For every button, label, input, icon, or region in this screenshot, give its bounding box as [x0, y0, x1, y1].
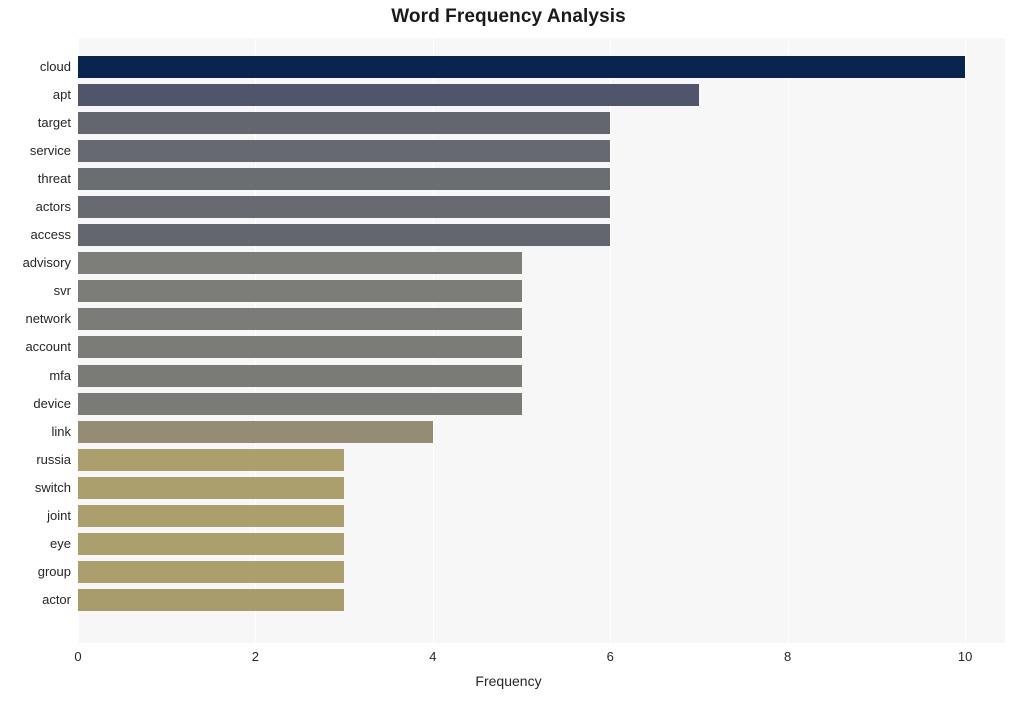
y-tick-label-group: group — [37, 563, 71, 579]
bar-russia[interactable] — [78, 448, 345, 471]
bar-actors[interactable] — [78, 196, 611, 219]
y-tick-label-network: network — [25, 311, 71, 327]
bar-row[interactable] — [78, 165, 1005, 193]
x-tick-label-10: 10 — [957, 649, 973, 664]
bar-link[interactable] — [78, 420, 433, 443]
bar-mfa[interactable] — [78, 364, 522, 387]
bar-row[interactable] — [78, 418, 1005, 446]
bar-network[interactable] — [78, 308, 522, 331]
y-tick-label-service: service — [29, 143, 71, 159]
chart-title: Word Frequency Analysis — [391, 6, 626, 27]
y-tick-label-access: access — [30, 227, 71, 243]
y-tick-label-account: account — [25, 339, 71, 355]
bar-svr[interactable] — [78, 280, 522, 303]
bar-row[interactable] — [78, 277, 1005, 305]
bar-row[interactable] — [78, 390, 1005, 418]
y-tick-label-actors: actors — [35, 199, 71, 215]
bar-row[interactable] — [78, 305, 1005, 333]
bar-advisory[interactable] — [78, 252, 522, 275]
x-tick-label-8: 8 — [784, 649, 792, 664]
bar-eye[interactable] — [78, 532, 345, 555]
bar-account[interactable] — [78, 336, 522, 359]
x-tick-label-4: 4 — [429, 649, 437, 664]
y-tick-label-joint: joint — [47, 507, 71, 523]
bar-row[interactable] — [78, 502, 1005, 530]
x-tick-label-0: 0 — [74, 649, 82, 664]
bar-row[interactable] — [78, 109, 1005, 137]
y-axis-tick-labels: cloud apt target service threat actors access a… — [0, 38, 71, 643]
bar-row[interactable] — [78, 446, 1005, 474]
bar-row[interactable] — [78, 221, 1005, 249]
y-tick-label-device: device — [33, 395, 71, 411]
bar-row[interactable] — [78, 137, 1005, 165]
bar-row[interactable] — [78, 193, 1005, 221]
bar-switch[interactable] — [78, 476, 345, 499]
bar-threat[interactable] — [78, 168, 611, 191]
x-axis-label: Frequency — [475, 673, 542, 689]
bar-joint[interactable] — [78, 504, 345, 527]
y-tick-label-apt: apt — [52, 87, 71, 103]
y-tick-label-actor: actor — [42, 591, 71, 607]
word-frequency-chart: Word Frequency Analysis cloud apt target se… — [0, 0, 1017, 701]
y-tick-label-cloud: cloud — [39, 59, 71, 75]
bar-row[interactable] — [78, 558, 1005, 586]
bar-row[interactable] — [78, 81, 1005, 109]
y-tick-label-switch: switch — [34, 479, 71, 495]
bar-actor[interactable] — [78, 588, 345, 611]
y-tick-label-russia: russia — [36, 451, 71, 467]
bar-target[interactable] — [78, 112, 611, 135]
x-axis-tick-labels: 0 2 4 6 8 10 — [0, 645, 1017, 669]
y-tick-label-svr: svr — [53, 283, 71, 299]
bar-device[interactable] — [78, 392, 522, 415]
bar-row[interactable] — [78, 249, 1005, 277]
bar-row[interactable] — [78, 333, 1005, 361]
bar-row[interactable] — [78, 53, 1005, 81]
x-tick-label-6: 6 — [606, 649, 614, 664]
bar-group[interactable] — [78, 560, 345, 583]
x-tick-label-2: 2 — [251, 649, 260, 664]
y-tick-label-mfa: mfa — [49, 367, 71, 383]
bar-cloud[interactable] — [78, 56, 966, 79]
bar-service[interactable] — [78, 140, 611, 163]
bar-apt[interactable] — [78, 84, 699, 107]
y-tick-label-threat: threat — [37, 171, 71, 187]
bar-row[interactable] — [78, 530, 1005, 558]
y-tick-label-target: target — [37, 115, 71, 131]
bar-row[interactable] — [78, 474, 1005, 502]
y-tick-label-link: link — [51, 423, 71, 439]
plot-area — [78, 38, 1005, 643]
bar-access[interactable] — [78, 224, 611, 247]
y-tick-label-advisory: advisory — [22, 255, 71, 271]
y-tick-label-eye: eye — [50, 535, 71, 551]
bar-series — [78, 38, 1005, 643]
bar-row[interactable] — [78, 362, 1005, 390]
bar-row[interactable] — [78, 586, 1005, 614]
